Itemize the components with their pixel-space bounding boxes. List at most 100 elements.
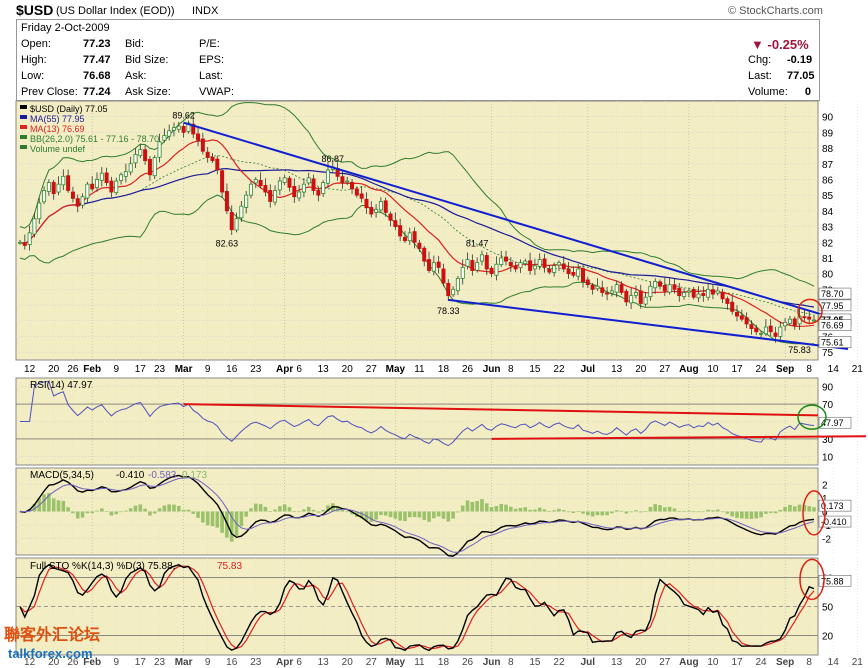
y-tick-label: 86 xyxy=(822,175,834,186)
candle-body xyxy=(301,183,306,193)
candle-body xyxy=(658,281,663,287)
macd-histogram-bar xyxy=(759,511,763,518)
candle-body xyxy=(749,324,754,330)
watermark-cn: 聯客外汇论坛 xyxy=(4,625,100,644)
macd-histogram-bar xyxy=(446,511,451,522)
candle-body xyxy=(638,290,643,304)
macd-histogram-bar xyxy=(393,511,398,519)
x-axis-label: 10 xyxy=(707,364,719,375)
macd-histogram-bar xyxy=(253,503,258,512)
candle-body xyxy=(345,180,350,183)
x-axis-label-bottom: 15 xyxy=(529,657,541,668)
candle-body xyxy=(412,231,417,243)
candle-body xyxy=(479,254,484,262)
candle-body xyxy=(383,200,388,213)
candle-body xyxy=(311,178,316,191)
candle-body xyxy=(547,268,552,273)
sto-d-value: 75.83 xyxy=(217,561,242,572)
candle-body xyxy=(287,177,292,188)
macd-histogram-bar xyxy=(205,511,210,526)
macd-histogram-bar xyxy=(658,505,662,512)
macd-histogram-bar xyxy=(302,509,306,512)
candle-body xyxy=(22,242,27,246)
macd-histogram-bar xyxy=(518,507,523,512)
x-axis-label: 21 xyxy=(852,364,864,375)
macd-histogram-bar xyxy=(465,500,470,512)
candle-body xyxy=(725,298,730,304)
x-axis-label: 8 xyxy=(806,364,812,375)
x-axis-label: 8 xyxy=(508,364,514,375)
x-axis-label-bottom: 9 xyxy=(205,657,211,668)
macd-histogram-bar xyxy=(788,504,792,512)
candle-body xyxy=(244,194,249,208)
macd-histogram-bar xyxy=(778,509,783,512)
macd-histogram-bar xyxy=(581,511,585,514)
macd-histogram-bar xyxy=(480,499,484,512)
candle-body xyxy=(629,295,634,304)
candle-body xyxy=(513,265,518,270)
x-axis-label: 20 xyxy=(635,364,647,375)
macd-histogram-bar xyxy=(403,511,407,522)
macd-histogram-bar xyxy=(61,500,66,512)
macd-histogram-bar xyxy=(456,511,460,513)
macd-histogram-bar xyxy=(797,504,802,512)
candle-body xyxy=(253,179,258,184)
macd-histogram-bar xyxy=(51,498,56,512)
candle-body xyxy=(114,180,119,194)
candle-body xyxy=(614,284,619,293)
x-axis-label: 16 xyxy=(226,364,238,375)
candle-body xyxy=(566,268,571,275)
candle-body xyxy=(422,247,427,262)
macd-histogram-bar xyxy=(513,508,518,512)
candle-body xyxy=(696,293,701,299)
macd-histogram-bar xyxy=(812,507,816,512)
macd-histogram-bar xyxy=(201,511,205,523)
candle-body xyxy=(229,212,234,231)
y-tick-label: 85 xyxy=(822,191,834,202)
macd-histogram-bar xyxy=(470,502,475,512)
y-tick-label: 20 xyxy=(822,632,834,643)
candle-body xyxy=(359,193,364,199)
candle-body xyxy=(200,138,205,152)
legend-entry: $USD (Daily) 77.05 xyxy=(30,104,108,114)
macd-histogram-bar xyxy=(484,503,489,512)
x-axis-label: 9 xyxy=(205,364,211,375)
candle-body xyxy=(436,261,441,268)
macd-value: -0.410 xyxy=(116,470,145,481)
macd-histogram-bar xyxy=(412,511,417,518)
candle-body xyxy=(465,259,470,267)
macd-histogram-bar xyxy=(595,511,600,516)
x-axis-label-bottom: 10 xyxy=(707,657,719,668)
macd-histogram-bar xyxy=(90,511,94,514)
macd-histogram-bar xyxy=(614,510,619,512)
macd-histogram-bar xyxy=(730,511,734,517)
macd-histogram-bar xyxy=(316,511,321,513)
macd-histogram-bar xyxy=(292,511,297,513)
y-tick-label: 75 xyxy=(822,348,834,359)
candle-body xyxy=(441,268,446,284)
candle-body xyxy=(292,185,297,198)
candle-body xyxy=(744,317,749,325)
macd-hist-value: 0.173 xyxy=(182,470,207,481)
macd-histogram-bar xyxy=(422,511,427,520)
macd-histogram-bar xyxy=(571,511,576,513)
candle-body xyxy=(162,135,167,141)
x-axis-label: 15 xyxy=(529,364,541,375)
candle-body xyxy=(648,285,653,297)
macd-histogram-bar xyxy=(56,500,61,512)
candle-body xyxy=(263,185,268,193)
macd-histogram-bar xyxy=(167,504,171,512)
candle-body xyxy=(600,287,605,293)
macd-histogram-bar xyxy=(783,506,787,512)
macd-histogram-bar xyxy=(643,510,648,512)
macd-histogram-bar xyxy=(152,511,157,514)
macd-histogram-bar xyxy=(754,511,759,519)
macd-histogram-bar xyxy=(586,511,590,516)
candle-body xyxy=(393,220,398,227)
macd-histogram-bar xyxy=(691,511,696,513)
candle-body xyxy=(210,156,215,162)
x-axis-label-bottom: 23 xyxy=(250,657,262,668)
x-axis-label-bottom: Aug xyxy=(679,657,698,668)
candle-body xyxy=(605,292,610,295)
candle-body xyxy=(167,130,172,137)
